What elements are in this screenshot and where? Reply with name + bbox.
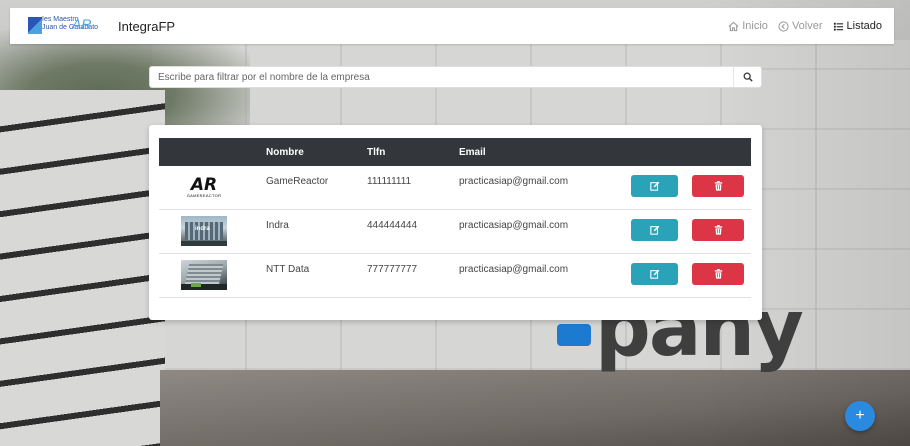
search-input[interactable] [150, 67, 733, 87]
edit-button[interactable] [631, 263, 678, 285]
home-icon [728, 21, 739, 31]
table-row: indra Indra 444444444 practicasiap@gmail… [159, 210, 751, 254]
search-bar [149, 66, 762, 88]
logo-ar: AR [72, 16, 92, 32]
gamereactor-logo: AR GAMEREACTOR [181, 172, 227, 202]
header-email: Email [459, 147, 486, 158]
nav-listado-link[interactable]: Listado [833, 20, 882, 32]
background-building-side [0, 90, 165, 446]
delete-button[interactable] [692, 175, 744, 197]
background-sign-dot [557, 324, 591, 346]
trash-icon [714, 225, 722, 235]
ntt-data-building-photo [181, 260, 227, 290]
company-email: practicasiap@gmail.com [459, 176, 569, 187]
brand-link[interactable]: Ies Maestro Juan de Garabato AR IntegraF… [28, 16, 175, 36]
nav-inicio-link[interactable]: Inicio [728, 20, 768, 32]
company-phone: 111111111 [367, 176, 412, 187]
search-button[interactable] [733, 67, 761, 87]
company-phone: 777777777 [367, 264, 418, 275]
indra-building-photo: indra [181, 216, 227, 246]
back-circle-icon [778, 20, 789, 32]
company-name: NTT Data [266, 264, 310, 275]
company-email: practicasiap@gmail.com [459, 264, 569, 275]
edit-button[interactable] [631, 219, 678, 241]
delete-button[interactable] [692, 263, 744, 285]
header-tlfn: Tlfn [367, 147, 386, 158]
table-row: AR GAMEREACTOR GameReactor 111111111 pra… [159, 166, 751, 210]
indra-building-base [181, 241, 227, 246]
companies-table: Nombre Tlfn Email AR GAMEREACTOR GameRea… [159, 138, 751, 298]
edit-icon [649, 225, 659, 235]
company-email: practicasiap@gmail.com [459, 220, 569, 231]
companies-card: Nombre Tlfn Email AR GAMEREACTOR GameRea… [149, 125, 762, 320]
company-phone: 444444444 [367, 220, 418, 231]
ntt-building-base [181, 284, 227, 290]
company-name: GameReactor [266, 176, 329, 187]
search-icon [743, 72, 753, 82]
logo-shape [28, 17, 42, 34]
nav-volver-label: Volver [791, 20, 823, 32]
ntt-greenery [191, 283, 201, 287]
brand-name: IntegraFP [118, 18, 176, 34]
trash-icon [714, 269, 722, 279]
header-nombre: Nombre [266, 147, 304, 158]
edit-icon [649, 269, 659, 279]
add-company-button[interactable]: + [845, 401, 875, 431]
school-logo: Ies Maestro Juan de Garabato AR [28, 16, 114, 36]
gamereactor-logo-caption: GAMEREACTOR [186, 192, 222, 198]
plus-icon: + [855, 407, 865, 424]
nav-listado-label: Listado [846, 20, 882, 32]
list-icon [833, 22, 843, 31]
navbar: Ies Maestro Juan de Garabato AR IntegraF… [10, 8, 894, 44]
nav-volver-link[interactable]: Volver [778, 20, 823, 32]
table-row: NTT Data 777777777 practicasiap@gmail.co… [159, 254, 751, 298]
company-name: Indra [266, 220, 289, 231]
trash-icon [714, 181, 722, 191]
edit-button[interactable] [631, 175, 678, 197]
gamereactor-logo-mark: AR [190, 174, 218, 195]
nav-links: Inicio Volver Listado [728, 20, 882, 32]
edit-icon [649, 181, 659, 191]
indra-sign: indra [195, 226, 210, 232]
table-header: Nombre Tlfn Email [159, 138, 751, 166]
delete-button[interactable] [692, 219, 744, 241]
nav-inicio-label: Inicio [742, 20, 768, 32]
